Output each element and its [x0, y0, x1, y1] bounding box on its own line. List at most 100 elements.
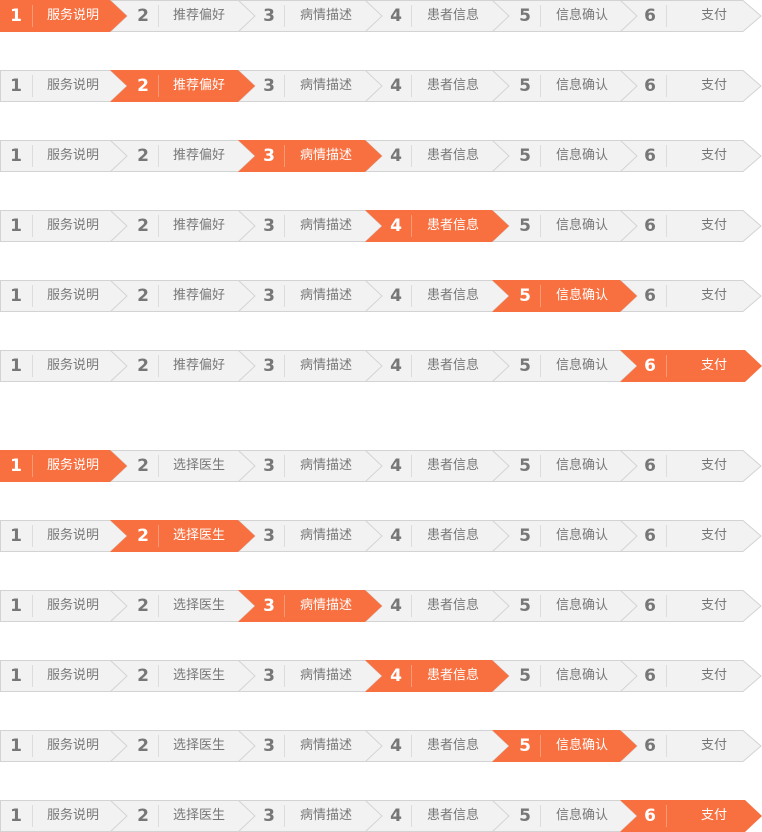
step-label: 支付	[700, 598, 727, 613]
step-label: 选择医生	[172, 668, 225, 683]
step-label: 病情描述	[299, 738, 352, 753]
step-label: 选择医生	[172, 738, 225, 753]
step-label: 患者信息	[426, 288, 479, 303]
step-label: 信息确认	[555, 8, 608, 23]
step-number: 4	[390, 146, 402, 166]
step-label: 推荐偏好	[172, 358, 225, 373]
step-number: 4	[390, 526, 402, 546]
step-label: 患者信息	[426, 458, 479, 473]
step-number: 6	[644, 666, 656, 686]
step-number: 2	[137, 456, 149, 476]
step-progress-bar: 1 服务说明 2 选择医生 3 病情描述 4 患者信息 5 信息确认 6 支付	[0, 730, 762, 762]
step-number: 1	[10, 806, 22, 826]
step-label: 服务说明	[46, 288, 99, 303]
step-number: 3	[263, 286, 275, 306]
step-number: 6	[644, 456, 656, 476]
step-label: 服务说明	[46, 458, 99, 473]
step-label: 选择医生	[172, 528, 225, 543]
step-progress-bar: 1 服务说明 2 推荐偏好 3 病情描述 4 患者信息 5 信息确认 6 支付	[0, 140, 762, 172]
step-label: 推荐偏好	[172, 218, 225, 233]
step-label: 支付	[700, 8, 727, 23]
step-label: 信息确认	[555, 218, 608, 233]
step-label: 支付	[700, 528, 727, 543]
step-label: 病情描述	[299, 8, 352, 23]
step-label: 病情描述	[299, 148, 352, 163]
step-label: 支付	[700, 738, 727, 753]
step-label: 服务说明	[46, 358, 99, 373]
step-label: 患者信息	[426, 808, 479, 823]
step-number: 5	[519, 286, 531, 306]
step-number: 2	[137, 286, 149, 306]
step-label: 信息确认	[555, 458, 608, 473]
step-number: 3	[263, 806, 275, 826]
step-progress-bar: 1 服务说明 2 推荐偏好 3 病情描述 4 患者信息 5 信息确认 6 支付	[0, 280, 762, 312]
step-label: 病情描述	[299, 458, 352, 473]
step-progress-bar: 1 服务说明 2 选择医生 3 病情描述 4 患者信息 5 信息确认 6 支付	[0, 660, 762, 692]
step-label: 支付	[700, 808, 727, 823]
step-progress-bar: 1 服务说明 2 推荐偏好 3 病情描述 4 患者信息 5 信息确认 6 支付	[0, 0, 762, 32]
step-label: 服务说明	[46, 218, 99, 233]
step-number: 6	[644, 596, 656, 616]
step-label: 信息确认	[555, 528, 608, 543]
step-label: 病情描述	[299, 218, 352, 233]
step-number: 1	[10, 76, 22, 96]
step-number: 4	[390, 286, 402, 306]
step-number: 5	[519, 526, 531, 546]
step-label: 推荐偏好	[172, 8, 225, 23]
step-label: 信息确认	[555, 358, 608, 373]
step-number: 3	[263, 736, 275, 756]
step-number: 6	[644, 146, 656, 166]
step-number: 1	[10, 736, 22, 756]
step-label: 信息确认	[555, 668, 608, 683]
step-label: 支付	[700, 78, 727, 93]
step-label: 选择医生	[172, 808, 225, 823]
step-number: 1	[10, 356, 22, 376]
step-label: 服务说明	[46, 808, 99, 823]
step-label: 支付	[700, 358, 727, 373]
step-label: 服务说明	[46, 668, 99, 683]
step-number: 2	[137, 736, 149, 756]
step-label: 推荐偏好	[172, 148, 225, 163]
step-progress-bar: 1 服务说明 2 选择医生 3 病情描述 4 患者信息 5 信息确认 6 支付	[0, 450, 762, 482]
step-number: 5	[519, 356, 531, 376]
step-number: 6	[644, 356, 656, 376]
step-label: 病情描述	[299, 288, 352, 303]
step-number: 5	[519, 456, 531, 476]
step-label: 服务说明	[46, 148, 99, 163]
step-number: 5	[519, 76, 531, 96]
step-number: 6	[644, 216, 656, 236]
step-label: 支付	[700, 668, 727, 683]
step-number: 4	[390, 736, 402, 756]
step-label: 支付	[700, 288, 727, 303]
step-label: 病情描述	[299, 598, 352, 613]
step-label: 服务说明	[46, 738, 99, 753]
step-number: 4	[390, 596, 402, 616]
step-label: 患者信息	[426, 8, 479, 23]
step-number: 5	[519, 596, 531, 616]
step-number: 5	[519, 6, 531, 26]
step-number: 5	[519, 736, 531, 756]
step-label: 患者信息	[426, 78, 479, 93]
step-label: 信息确认	[555, 288, 608, 303]
step-label: 患者信息	[426, 598, 479, 613]
step-number: 2	[137, 76, 149, 96]
step-label: 信息确认	[555, 598, 608, 613]
step-number: 6	[644, 286, 656, 306]
step-number: 3	[263, 146, 275, 166]
step-number: 2	[137, 356, 149, 376]
step-number: 1	[10, 666, 22, 686]
step-progress-bar: 1 服务说明 2 选择医生 3 病情描述 4 患者信息 5 信息确认 6 支付	[0, 590, 762, 622]
step-number: 2	[137, 596, 149, 616]
step-number: 3	[263, 356, 275, 376]
step-number: 1	[10, 6, 22, 26]
step-number: 5	[519, 666, 531, 686]
step-label: 服务说明	[46, 528, 99, 543]
step-label: 病情描述	[299, 668, 352, 683]
step-label: 服务说明	[46, 8, 99, 23]
step-number: 3	[263, 216, 275, 236]
step-number: 1	[10, 286, 22, 306]
step-progress-bar: 1 服务说明 2 推荐偏好 3 病情描述 4 患者信息 5 信息确认 6 支付	[0, 70, 762, 102]
step-number: 3	[263, 6, 275, 26]
step-label: 病情描述	[299, 358, 352, 373]
step-number: 2	[137, 6, 149, 26]
